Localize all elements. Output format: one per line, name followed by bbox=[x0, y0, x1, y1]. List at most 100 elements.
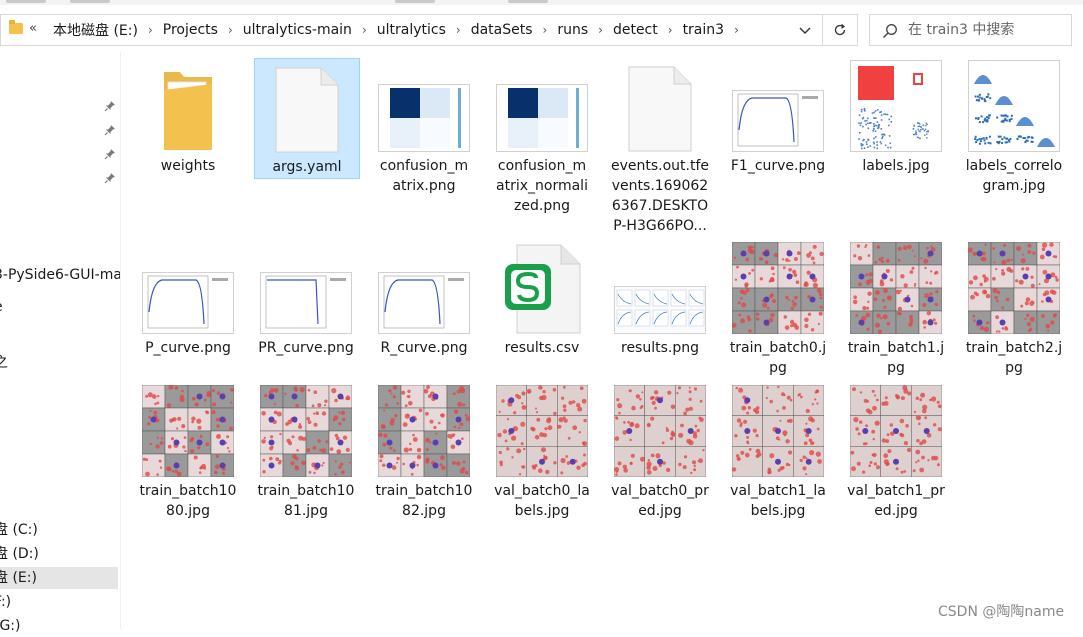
file-name-label: zed.png bbox=[514, 198, 570, 214]
file-item[interactable]: train_batch10 80.jpg bbox=[136, 383, 240, 529]
breadcrumb-separator-icon[interactable]: › bbox=[224, 23, 237, 37]
file-item[interactable]: labels.jpg bbox=[844, 58, 948, 184]
file-name-label: vents.169062 bbox=[611, 178, 709, 194]
folder-icon bbox=[9, 20, 23, 34]
file-name-label: val_batch1_la bbox=[730, 483, 826, 499]
file-name-label: ed.jpg bbox=[874, 503, 918, 519]
file-item[interactable]: labels_correlo gram.jpg bbox=[962, 58, 1066, 204]
file-item[interactable]: P_curve.png bbox=[136, 240, 240, 366]
file-name-label: P-H3G66PO... bbox=[613, 218, 707, 234]
file-name-label: weights bbox=[160, 158, 216, 174]
file-item[interactable]: train_batch10 81.jpg bbox=[254, 383, 358, 529]
file-name-label: labels.jpg bbox=[862, 158, 930, 174]
image-thumbnail bbox=[731, 241, 825, 335]
file-item[interactable]: PR_curve.png bbox=[254, 240, 358, 366]
pin-icon[interactable] bbox=[104, 148, 116, 160]
file-name-label: train_batch0.j bbox=[729, 340, 827, 356]
image-thumbnail bbox=[141, 384, 235, 478]
address-overflow-chevron[interactable]: « bbox=[29, 21, 37, 36]
image-thumbnail bbox=[614, 286, 706, 334]
file-item[interactable]: R_curve.png bbox=[372, 240, 476, 366]
breadcrumb-item[interactable]: 本地磁盘 (E:) bbox=[47, 20, 144, 40]
breadcrumb-separator-icon[interactable]: › bbox=[144, 23, 157, 37]
address-bar[interactable]: « 本地磁盘 (E:) › Projects › ultralytics-main › ul… bbox=[0, 14, 823, 46]
image-thumbnail bbox=[377, 384, 471, 478]
image-thumbnail bbox=[968, 60, 1060, 152]
file-name-label: train_batch10 bbox=[139, 483, 237, 499]
file-item[interactable]: events.out.tfe vents.169062 6367.DESKTO P-H… bbox=[608, 58, 712, 244]
file-item[interactable]: val_batch0_la bels.jpg bbox=[490, 383, 594, 529]
file-item[interactable]: weights bbox=[136, 58, 240, 184]
file-name-label: pg bbox=[769, 360, 787, 376]
folder-icon bbox=[162, 66, 214, 152]
file-name-label: F1_curve.png bbox=[730, 158, 826, 174]
nav-item[interactable]: 盘 (C:) bbox=[0, 519, 38, 541]
nav-item[interactable]: 3-PySide6-GUI-ma bbox=[0, 264, 122, 286]
file-name-label: train_batch10 bbox=[375, 483, 473, 499]
breadcrumb-item[interactable]: runs bbox=[551, 22, 594, 38]
file-item[interactable]: confusion_m atrix_normali zed.png bbox=[490, 58, 594, 224]
image-thumbnail bbox=[849, 384, 943, 478]
breadcrumb-item[interactable]: Projects bbox=[157, 22, 224, 38]
image-thumbnail bbox=[967, 241, 1061, 335]
file-name-label: pg bbox=[1005, 360, 1023, 376]
breadcrumb-separator-icon[interactable]: › bbox=[539, 23, 552, 37]
pin-icon[interactable] bbox=[104, 100, 116, 112]
nav-item[interactable]: 之 bbox=[0, 352, 8, 374]
search-input[interactable] bbox=[908, 19, 1066, 41]
breadcrumb-separator-icon[interactable]: › bbox=[730, 23, 743, 37]
image-thumbnail bbox=[850, 60, 942, 152]
file-item[interactable]: val_batch1_pr ed.jpg bbox=[844, 383, 948, 529]
file-name-label: bels.jpg bbox=[750, 503, 806, 519]
file-item[interactable]: results.png bbox=[608, 240, 712, 366]
breadcrumb-separator-icon[interactable]: › bbox=[594, 23, 607, 37]
breadcrumb-item[interactable]: detect bbox=[607, 22, 664, 38]
image-thumbnail bbox=[613, 384, 707, 478]
file-name-label: train_batch1.j bbox=[847, 340, 945, 356]
nav-item[interactable]: e bbox=[0, 296, 3, 318]
image-thumbnail bbox=[259, 384, 353, 478]
file-item[interactable]: val_batch0_pr ed.jpg bbox=[608, 383, 712, 529]
chevron-down-icon[interactable] bbox=[795, 21, 815, 39]
file-item[interactable]: results.csv bbox=[490, 240, 594, 366]
window-top-strip bbox=[0, 0, 1083, 5]
file-name-label: ed.jpg bbox=[638, 503, 682, 519]
nav-item[interactable]: 盘 (E:) bbox=[0, 567, 118, 589]
image-thumbnail bbox=[495, 384, 589, 478]
file-item[interactable]: confusion_m atrix.png bbox=[372, 58, 476, 204]
nav-item[interactable]: 盘 (D:) bbox=[0, 543, 39, 565]
search-icon bbox=[882, 24, 897, 39]
file-name-label: gram.jpg bbox=[982, 178, 1046, 194]
breadcrumb-item[interactable]: train3 bbox=[677, 22, 731, 38]
image-thumbnail bbox=[732, 90, 824, 152]
breadcrumb-separator-icon[interactable]: › bbox=[664, 23, 677, 37]
pin-icon[interactable] bbox=[104, 124, 116, 136]
file-name-label: pg bbox=[887, 360, 905, 376]
file-item[interactable]: train_batch10 82.jpg bbox=[372, 383, 476, 529]
nav-item[interactable]: F:) bbox=[0, 591, 11, 613]
file-name-label: labels_correlo bbox=[965, 158, 1063, 174]
pin-icon[interactable] bbox=[104, 172, 116, 184]
breadcrumb-item[interactable]: dataSets bbox=[465, 22, 539, 38]
nav-item[interactable]: (G:) bbox=[0, 615, 21, 637]
file-item[interactable]: val_batch1_la bels.jpg bbox=[726, 383, 830, 529]
file-name-label: 6367.DESKTO bbox=[611, 198, 709, 214]
breadcrumb-separator-icon[interactable]: › bbox=[358, 23, 371, 37]
file-item[interactable]: F1_curve.png bbox=[726, 58, 830, 184]
file-name-label: 81.jpg bbox=[284, 503, 328, 519]
file-item[interactable]: train_batch2.j pg bbox=[962, 240, 1066, 386]
navigation-pane: 3-PySide6-GUI-ma e 之盘 (C:)盘 (D:)盘 (E:) F:) (… bbox=[0, 52, 122, 634]
breadcrumb-item[interactable]: ultralytics-main bbox=[237, 22, 358, 38]
breadcrumb-separator-icon[interactable]: › bbox=[452, 23, 465, 37]
file-name-label: results.png bbox=[621, 340, 699, 356]
file-icon bbox=[628, 66, 692, 152]
image-thumbnail bbox=[378, 84, 470, 152]
refresh-button[interactable] bbox=[823, 14, 858, 46]
breadcrumb-item[interactable]: ultralytics bbox=[371, 22, 452, 38]
file-item[interactable]: args.yaml bbox=[254, 58, 360, 179]
file-item[interactable]: train_batch0.jpg bbox=[726, 240, 830, 386]
file-name-label: PR_curve.png bbox=[258, 340, 354, 356]
search-box[interactable] bbox=[869, 14, 1072, 46]
file-name-label: args.yaml bbox=[272, 159, 342, 175]
file-item[interactable]: train_batch1.jpg bbox=[844, 240, 948, 386]
